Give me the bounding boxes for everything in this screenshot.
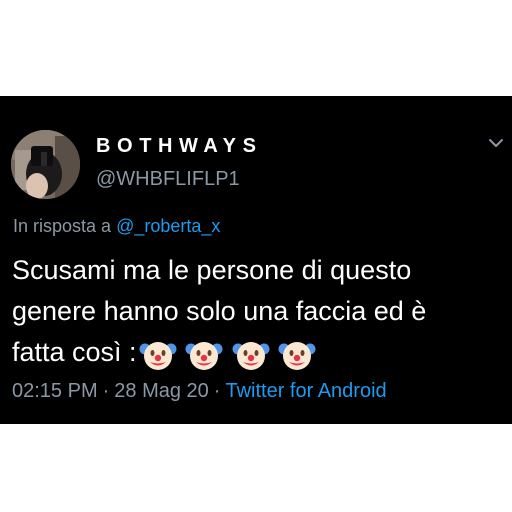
meta-separator: ·: [213, 380, 221, 402]
reply-prefix: In risposta a: [13, 216, 112, 236]
reply-to-link[interactable]: @_roberta_x: [116, 216, 220, 236]
clown-face-icon: [232, 338, 270, 372]
clown-face-icon: [185, 338, 223, 372]
tweet-text: Scusami ma le persone di questo genere h…: [12, 250, 512, 374]
page: BOTHWAYS @WHBFLIFLP1 In risposta a @_rob…: [0, 0, 512, 512]
tweet-source-link[interactable]: Twitter for Android: [225, 380, 386, 402]
reply-context: In risposta a @_roberta_x: [13, 216, 220, 237]
avatar-image: [11, 130, 80, 199]
emoji-row: [139, 333, 318, 374]
chevron-down-icon[interactable]: [484, 132, 508, 154]
tweet-card: BOTHWAYS @WHBFLIFLP1 In risposta a @_rob…: [0, 96, 512, 424]
clown-face-icon: [139, 338, 177, 372]
tweet-date[interactable]: 28 Mag 20: [114, 380, 209, 402]
tweet-text-line: genere hanno solo una faccia ed è: [12, 296, 427, 326]
tweet-time[interactable]: 02:15 PM: [12, 380, 98, 402]
avatar[interactable]: [11, 130, 80, 199]
user-handle[interactable]: @WHBFLIFLP1: [96, 168, 240, 191]
tweet-text-line: fatta così :: [12, 332, 512, 374]
meta-separator: ·: [102, 380, 110, 402]
tweet-text-line-end: fatta così :: [12, 337, 137, 367]
clown-face-icon: [278, 338, 316, 372]
display-name[interactable]: BOTHWAYS: [96, 135, 263, 158]
tweet-meta: 02:15 PM · 28 Mag 20 · Twitter for Android: [12, 380, 387, 403]
tweet-text-line: Scusami ma le persone di questo: [12, 255, 412, 285]
